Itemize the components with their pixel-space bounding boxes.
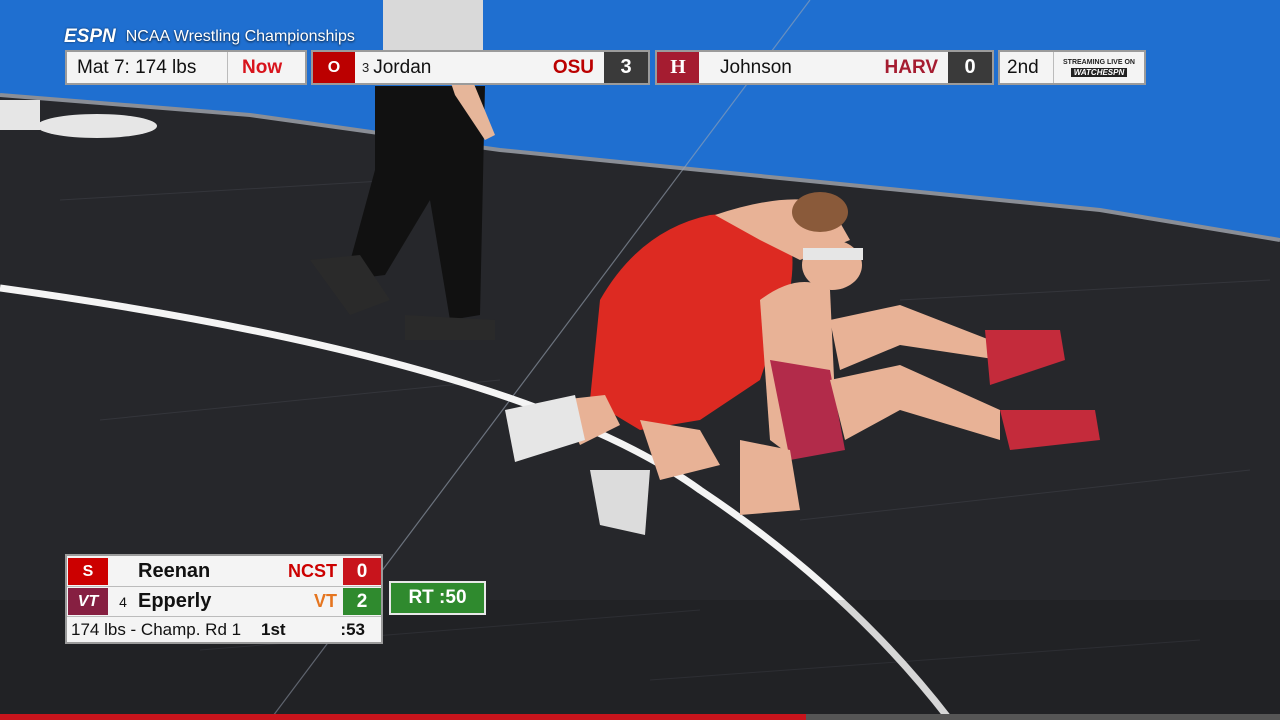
wrestler-score: 0 [343, 558, 381, 585]
osu-logo-icon: O [313, 52, 355, 83]
wrestler-name: Reenan [138, 560, 211, 582]
wrestler-score: 0 [948, 52, 992, 83]
now-status: Now [227, 52, 282, 83]
wrestler-score: 3 [604, 52, 648, 83]
match-clock: :53 [340, 620, 365, 639]
espn-logo: ESPN [64, 26, 116, 47]
period-box: 2nd STREAMING LIVE ON WATCHESPN [998, 50, 1146, 85]
streaming-text: STREAMING LIVE ON [1063, 58, 1135, 66]
period-label: 2nd [1000, 52, 1054, 83]
bug-info-row: 174 lbs - Champ. Rd 1 1st :53 [67, 616, 381, 643]
wrestler-team: VT [313, 591, 337, 611]
featured-wrestler-2: H Johnson HARV 0 [655, 50, 994, 85]
video-progress-fill [0, 714, 807, 720]
wrestler-team: OSU [552, 56, 594, 78]
mat-label: Mat 7: 174 lbs [77, 56, 197, 78]
current-match-scorebug: S Reenan NCST 0 VT 4 Epperly VT 2 174 lb… [65, 554, 383, 644]
wrestler-team: NCST [288, 561, 337, 581]
video-progress-bar[interactable] [0, 714, 1280, 720]
wrestler-team: HARV [884, 56, 939, 78]
top-branding: ESPN NCAA Wrestling Championships [64, 26, 355, 48]
riding-time-box: RT :50 [389, 581, 486, 615]
event-title: NCAA Wrestling Championships [125, 28, 355, 45]
harvard-logo-icon: H [657, 52, 699, 83]
wrestler-seed: 3 [362, 60, 370, 75]
wrestler-seed: 4 [119, 593, 127, 610]
bug-wrestler-1: S Reenan NCST 0 [67, 557, 381, 587]
wrestler-name: Epperly [138, 590, 212, 612]
match-period: 1st [261, 620, 286, 639]
mat-info-box: Mat 7: 174 lbs Now [65, 50, 307, 85]
wrestler-name: Jordan [373, 56, 432, 78]
ncst-logo-icon: S [68, 558, 108, 585]
vt-logo-icon: VT [68, 588, 108, 615]
wrestler-name: Johnson [720, 56, 792, 78]
bug-wrestler-2: VT 4 Epperly VT 2 [67, 587, 381, 616]
streaming-badge: STREAMING LIVE ON WATCHESPN [1054, 59, 1144, 77]
watchespn-logo: WATCHESPN [1070, 67, 1128, 77]
featured-wrestler-1: O 3 Jordan OSU 3 [311, 50, 650, 85]
weight-round: 174 lbs - Champ. Rd 1 [71, 620, 242, 639]
wrestler-score: 2 [343, 588, 381, 615]
